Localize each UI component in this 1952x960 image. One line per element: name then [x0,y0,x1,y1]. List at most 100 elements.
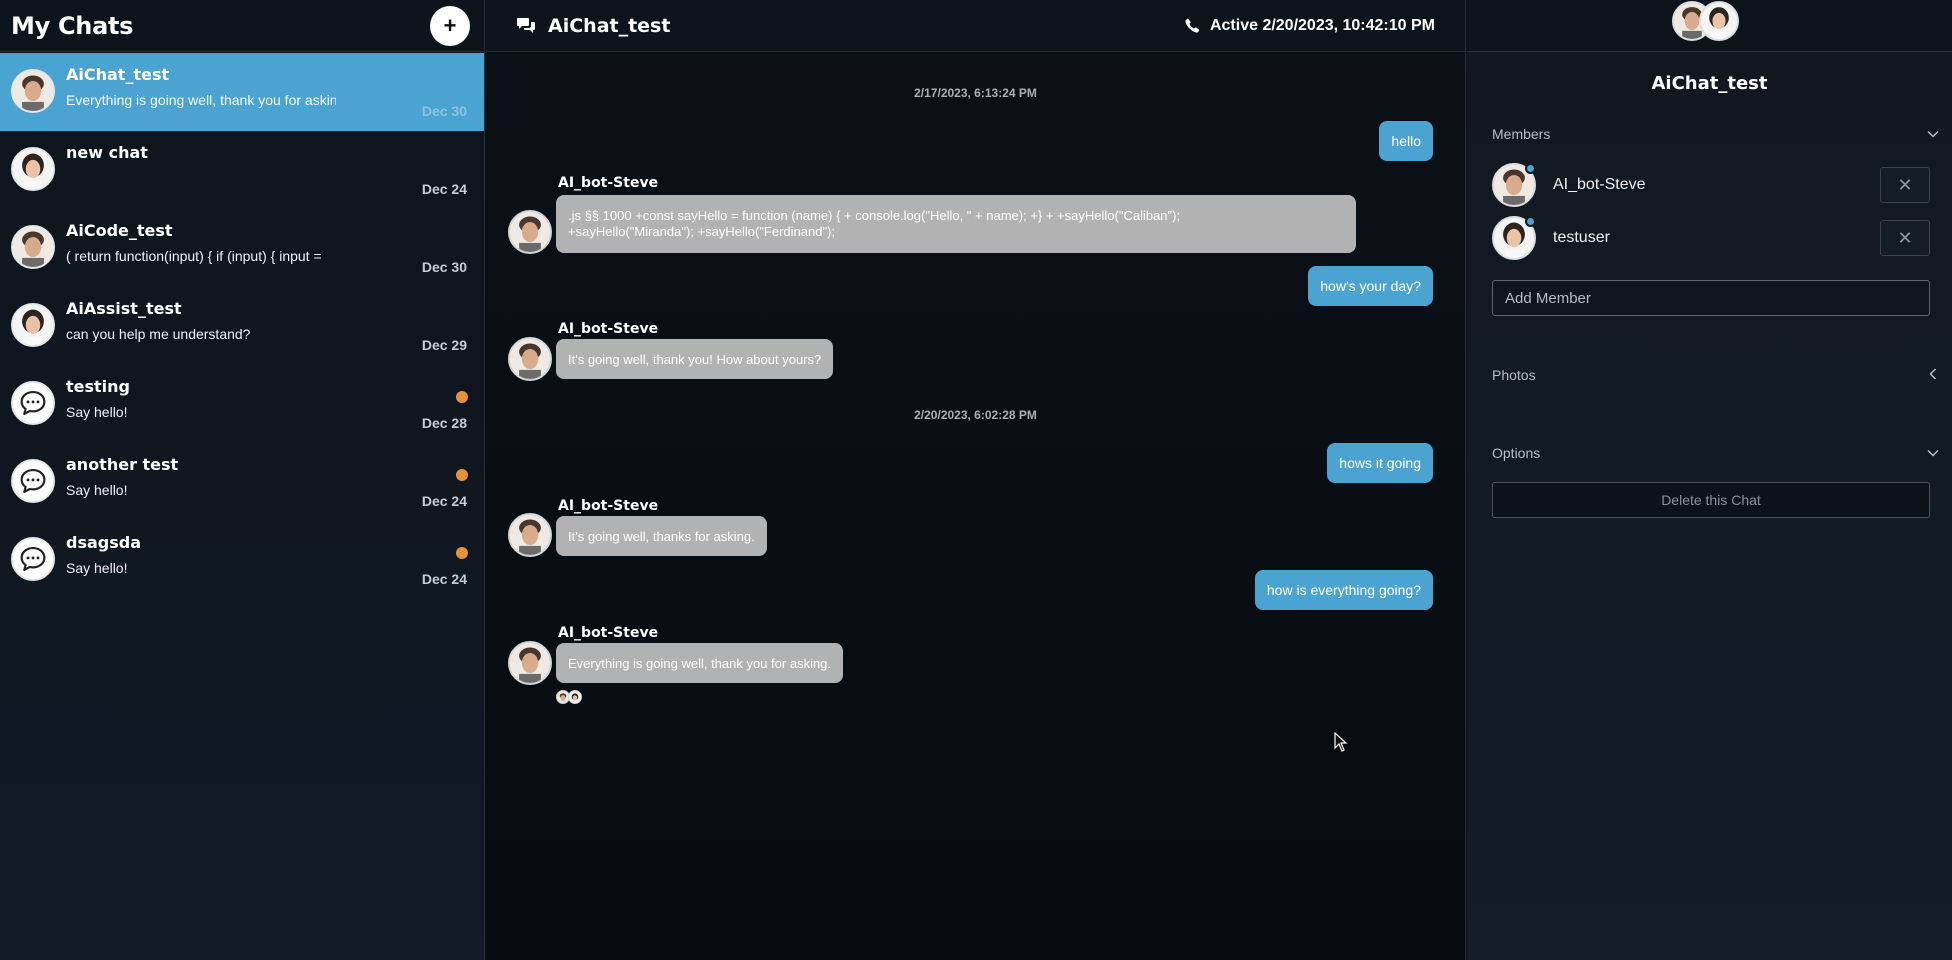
avatar [11,69,55,113]
man-avatar-icon [13,227,53,267]
active-status-text: Active 2/20/2023, 10:42:10 PM [1209,16,1435,34]
avatar [508,210,552,254]
message-timestamp: 2/20/2023, 6:02:28 PM [914,408,1037,422]
chat-item-aicode-test[interactable]: AiCode_test ( return function(input) { i… [0,209,484,287]
chat-name: AiAssist_test [66,299,182,318]
photos-section-label[interactable]: Photos [1492,367,1536,383]
man-avatar-icon [510,212,550,252]
delete-chat-button[interactable]: Delete this Chat [1492,482,1930,518]
incoming-message: It's going well, thanks for asking. [556,516,767,556]
chat-header: AiChat_test Active 2/20/2023, 10:42:10 P… [486,0,1465,52]
chat-preview: can you help me understand? [66,326,251,342]
chat-preview: Say hello! [66,404,128,420]
man-avatar-icon [510,643,550,683]
member-name: AI_bot-Steve [1553,176,1646,193]
unread-dot [456,391,468,403]
remove-member-button[interactable]: ✕ [1880,167,1930,203]
chat-main: AiChat_test Active 2/20/2023, 10:42:10 P… [486,0,1466,960]
chat-date: Dec 29 [421,337,467,353]
message-timestamp: 2/17/2023, 6:13:24 PM [914,86,1037,100]
message-sender: AI_bot-Steve [558,175,659,191]
read-receipt-avatar [568,690,582,704]
woman-avatar-icon [569,692,581,703]
outgoing-message: how is everything going? [1254,570,1433,610]
member-row: AI_bot-Steve ✕ [1492,163,1930,211]
member-row: testuser ✕ [1492,216,1930,264]
avatar [11,381,55,425]
man-avatar-icon [13,71,53,111]
remove-member-button[interactable]: ✕ [1880,220,1930,256]
avatar [11,147,55,191]
message-text-line: +sayHello("Miranda"); +sayHello("Ferdina… [568,224,836,239]
add-member-input[interactable] [1492,280,1930,316]
chat-sidebar: My Chats + AiChat_test Everything is goi… [0,0,485,960]
avatar [1699,1,1739,41]
woman-avatar-icon [13,149,53,189]
man-avatar-icon [510,339,550,379]
chat-name: dsagsda [66,533,141,552]
message-sender: AI_bot-Steve [558,498,659,514]
chat-name: another test [66,455,179,474]
members-section-label[interactable]: Members [1492,126,1550,142]
chat-date: Dec 30 [421,259,467,275]
chat-title-group: AiChat_test [516,15,670,37]
chat-date: Dec 24 [421,571,467,587]
chat-item-another-test[interactable]: another test Say hello! Dec 24 [0,443,484,521]
chat-item-aiassist-test[interactable]: AiAssist_test can you help me understand… [0,287,484,365]
chat-bubbles-icon [517,17,535,33]
chat-title: AiChat_test [548,14,671,37]
online-indicator [1525,163,1536,174]
chevron-down-icon[interactable] [1926,446,1940,460]
avatar [11,225,55,269]
chat-name: AiCode_test [66,221,173,240]
chat-name: testing [66,377,130,396]
message-sender: AI_bot-Steve [558,321,659,337]
member-name: testuser [1553,229,1610,246]
chat-preview: Say hello! [66,560,128,576]
chat-item-new-chat[interactable]: new chat Dec 24 [0,131,484,209]
chat-date: Dec 30 [421,103,467,119]
avatar [11,303,55,347]
chevron-down-icon[interactable] [1926,127,1940,141]
outgoing-message: how's your day? [1308,266,1433,306]
avatar [11,459,55,503]
chat-preview: Say hello! [66,482,128,498]
message-list: 2/17/2023, 6:13:24 PM hello AI_bot-Steve… [486,53,1465,960]
avatar [508,513,552,557]
panel-title: AiChat_test [1651,73,1768,94]
avatar [508,641,552,685]
incoming-message: Everything is going well, thank you for … [556,643,844,683]
message-sender: AI_bot-Steve [558,625,659,641]
chat-date: Dec 28 [421,415,467,431]
avatar [11,537,55,581]
online-indicator [1525,216,1536,227]
phone-icon[interactable] [1185,18,1200,33]
avatar [508,337,552,381]
unread-dot [456,547,468,559]
chat-bubble-icon [13,383,53,423]
chat-preview: ( return function(input) { if (input) { … [66,248,322,264]
sidebar-header: My Chats + [0,0,484,52]
chat-bubble-icon [13,461,53,501]
chat-preview: Everything is going well, thank you for … [66,92,336,108]
man-avatar-icon [510,515,550,555]
chat-item-dsagsda[interactable]: dsagsda Say hello! Dec 24 [0,521,484,599]
chat-bubble-icon [13,539,53,579]
chat-status: Active 2/20/2023, 10:42:10 PM [1185,17,1435,35]
chat-item-aichat-test[interactable]: AiChat_test Everything is going well, th… [0,53,484,131]
outgoing-message: hows it going [1327,443,1433,483]
chat-date: Dec 24 [421,181,467,197]
mouse-cursor-icon [1334,732,1348,752]
message-text-line: .js §§ 1000 +const sayHello = function (… [568,208,1181,223]
incoming-message: .js §§ 1000 +const sayHello = function (… [556,195,1356,253]
chat-name: new chat [66,143,148,162]
members-avatar-strip [1467,0,1952,52]
new-chat-button[interactable]: + [430,5,470,46]
woman-avatar-icon [1701,3,1737,39]
chat-details-panel: AiChat_test Members AI_bot-Steve ✕ testu… [1467,0,1952,960]
chat-name: AiChat_test [66,65,170,84]
chevron-left-icon[interactable] [1926,367,1940,381]
outgoing-message: hello [1379,121,1433,161]
chat-item-testing[interactable]: testing Say hello! Dec 28 [0,365,484,443]
options-section-label[interactable]: Options [1492,445,1540,461]
